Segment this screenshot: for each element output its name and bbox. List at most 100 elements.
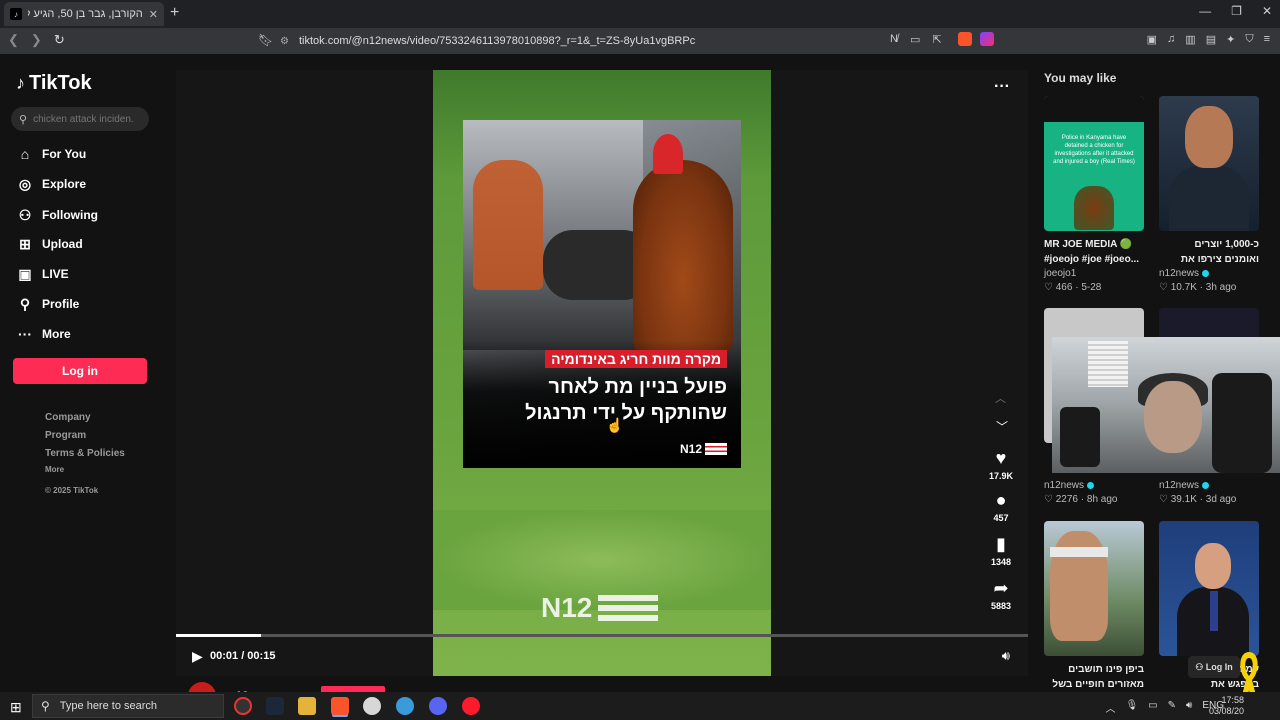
brave-browser-icon[interactable] — [331, 697, 349, 715]
rec-title[interactable]: ביפן פינו תושבים מאזורים חופיים בשל חשש … — [1044, 662, 1144, 692]
rec-card[interactable]: Police in Kanyama have detained a chicke… — [1044, 96, 1144, 293]
share-icon[interactable]: ➦ — [988, 578, 1014, 599]
restore-button[interactable]: ❐ — [1231, 4, 1242, 18]
close-tab-icon[interactable]: ✕ — [149, 8, 158, 21]
app-icon-c[interactable] — [396, 697, 414, 715]
rec-thumbnail[interactable] — [1044, 521, 1144, 656]
back-icon[interactable]: ❮ — [8, 32, 19, 48]
pen-icon[interactable]: ✎ — [1168, 700, 1176, 715]
rec-author[interactable]: n12news — [1044, 480, 1144, 491]
rooster-thumbnail — [1074, 186, 1114, 230]
nav-label: LIVE — [42, 267, 69, 281]
site-info-icon[interactable]: ⚙ — [280, 36, 289, 47]
comment-action[interactable]: ● 457 — [988, 490, 1014, 523]
video-more-button[interactable]: ··· — [994, 78, 1010, 96]
rec-title[interactable]: כ-1,000 יוצרים ואומנים צירפו את שמותיהם.… — [1159, 237, 1259, 267]
rec-date: 3d ago — [1205, 494, 1237, 505]
nav-live[interactable]: ▣ LIVE — [16, 263, 69, 285]
tray-chevron-icon[interactable]: ︿ — [1105, 700, 1115, 715]
rec-author-name: n12news — [1044, 480, 1085, 491]
footer-terms[interactable]: Terms & Policies — [45, 448, 125, 459]
brave-shields-icon[interactable] — [958, 32, 972, 46]
footer-more[interactable]: More — [45, 465, 64, 474]
speaker-icon[interactable]: 🔊︎ — [1186, 700, 1192, 715]
music-icon[interactable]: ♫ — [1167, 33, 1175, 46]
app-icon-shield[interactable] — [363, 697, 381, 715]
tab-title: הקורבן, גבר בן 50, הגיע לצפות ב — [28, 8, 143, 20]
tiktok-logo[interactable]: ♪ TikTok — [16, 72, 92, 95]
n12-small-logo: N12 — [680, 442, 727, 456]
search-input[interactable] — [33, 113, 134, 125]
opera-icon[interactable] — [462, 697, 480, 715]
volume-icon[interactable]: 🔊︎ — [1002, 648, 1010, 664]
rec-thumbnail[interactable]: Police in Kanyama have detained a chicke… — [1044, 96, 1144, 231]
footer-company[interactable]: Company — [45, 412, 91, 423]
windows-start-icon[interactable]: ⊞ — [10, 699, 22, 716]
rec-author[interactable]: n12news — [1159, 480, 1259, 491]
footer-program[interactable]: Program — [45, 430, 86, 441]
video-progress-bar[interactable] — [176, 634, 1028, 637]
vpn-shield-icon[interactable]: ⛉ — [1245, 33, 1253, 46]
share-action[interactable]: ➦ 5883 — [988, 578, 1014, 611]
nav-profile[interactable]: ⚲ Profile — [16, 293, 79, 315]
bookmark-icon[interactable]: ▮ — [988, 534, 1014, 555]
rec-thumbnail[interactable] — [1159, 96, 1259, 231]
sidebar-toggle-icon[interactable]: ▥ — [1185, 33, 1195, 46]
close-window-button[interactable]: ✕ — [1262, 4, 1272, 18]
rec-card[interactable]: כ-1,000 יוצרים ואומנים צירפו את שמותיהם.… — [1159, 96, 1259, 293]
steam-icon[interactable] — [266, 697, 284, 715]
nav-upload[interactable]: ⊞ Upload — [16, 233, 83, 255]
next-video-icon[interactable]: ﹀ — [996, 418, 1008, 435]
rec-thumbnail[interactable] — [1159, 521, 1259, 656]
verified-badge-icon — [1087, 482, 1095, 489]
menu-icon[interactable]: ≡ — [1264, 33, 1270, 46]
forward-icon[interactable]: ❯ — [31, 32, 42, 48]
new-tab-button[interactable]: + — [170, 4, 179, 22]
discord-icon[interactable] — [429, 697, 447, 715]
brave-rewards-icon[interactable] — [980, 32, 994, 46]
browser-tab[interactable]: ♪ הקורבן, גבר בן 50, הגיע לצפות ב ✕ — [4, 2, 164, 26]
app-icon-recorder[interactable] — [234, 697, 252, 715]
rec-title[interactable]: MR JOE MEDIA 🟢 #joeojo #joe #joeo... — [1044, 237, 1144, 267]
taskbar-clock[interactable]: 17:58 03/08/20 — [1209, 695, 1244, 717]
file-explorer-icon[interactable] — [298, 697, 316, 715]
previous-video-icon[interactable]: ︿ — [995, 390, 1006, 406]
rec-stats: ♡ 2276 · 8h ago — [1044, 494, 1118, 505]
taskbar-search[interactable]: ⚲ Type here to search — [32, 694, 224, 718]
like-action[interactable]: ♥ 17.9K — [988, 448, 1014, 481]
save-action[interactable]: ▮ 1348 — [988, 534, 1014, 567]
nav-more[interactable]: ··· More — [16, 323, 71, 345]
rail-login-label: Log In — [1205, 662, 1233, 672]
wallet-card-icon[interactable]: ▤ — [1206, 33, 1216, 46]
share-count: 5883 — [990, 601, 1012, 611]
wallet-icon[interactable]: ▣ — [1147, 33, 1157, 46]
leo-ai-icon[interactable]: ✦ — [1226, 33, 1235, 46]
login-button[interactable]: Log in — [13, 358, 147, 384]
search-box[interactable]: ⚲ — [11, 107, 149, 131]
cast-icon[interactable]: ▭ — [910, 33, 920, 46]
video-player[interactable]: מקרה מוות חריג באינדומיה פועל בניין מת ל… — [176, 70, 1028, 676]
bookmark-icon[interactable]: 🔖︎ — [258, 33, 273, 47]
nav-for-you[interactable]: ⌂ For You — [16, 143, 86, 165]
nav-following[interactable]: ⚇ Following — [16, 204, 98, 226]
rec-date: 5-28 — [1081, 282, 1102, 293]
rec-author[interactable]: n12news — [1159, 268, 1259, 279]
save-count: 1348 — [990, 557, 1012, 567]
video-frame[interactable]: מקרה מוות חריג באינדומיה פועל בניין מת ל… — [433, 70, 771, 676]
rec-author[interactable]: joeojo1 — [1044, 268, 1144, 279]
search-icon[interactable]: ⚲ — [19, 113, 27, 126]
nav-explore[interactable]: ◎ Explore — [16, 173, 86, 195]
rec-card[interactable]: ביפן פינו תושבים מאזורים חופיים בשל חשש … — [1044, 521, 1144, 692]
footer-copyright: © 2025 TikTok — [45, 486, 99, 495]
share-page-icon[interactable]: ⇱ — [932, 33, 941, 46]
microphone-icon[interactable]: 🎙︎ — [1125, 700, 1138, 715]
reader-off-icon[interactable]: N̸ — [890, 33, 898, 46]
comment-icon[interactable]: ● — [988, 490, 1014, 511]
rooster-comb — [653, 134, 683, 174]
minimize-button[interactable]: — — [1199, 4, 1211, 18]
rec-stats: ♡ 10.7K · 3h ago — [1159, 282, 1237, 293]
reload-icon[interactable]: ↻ — [54, 32, 65, 48]
play-icon[interactable]: ▶ — [192, 648, 203, 665]
heart-icon[interactable]: ♥ — [988, 448, 1014, 469]
network-icon[interactable]: ▭ — [1148, 700, 1157, 715]
